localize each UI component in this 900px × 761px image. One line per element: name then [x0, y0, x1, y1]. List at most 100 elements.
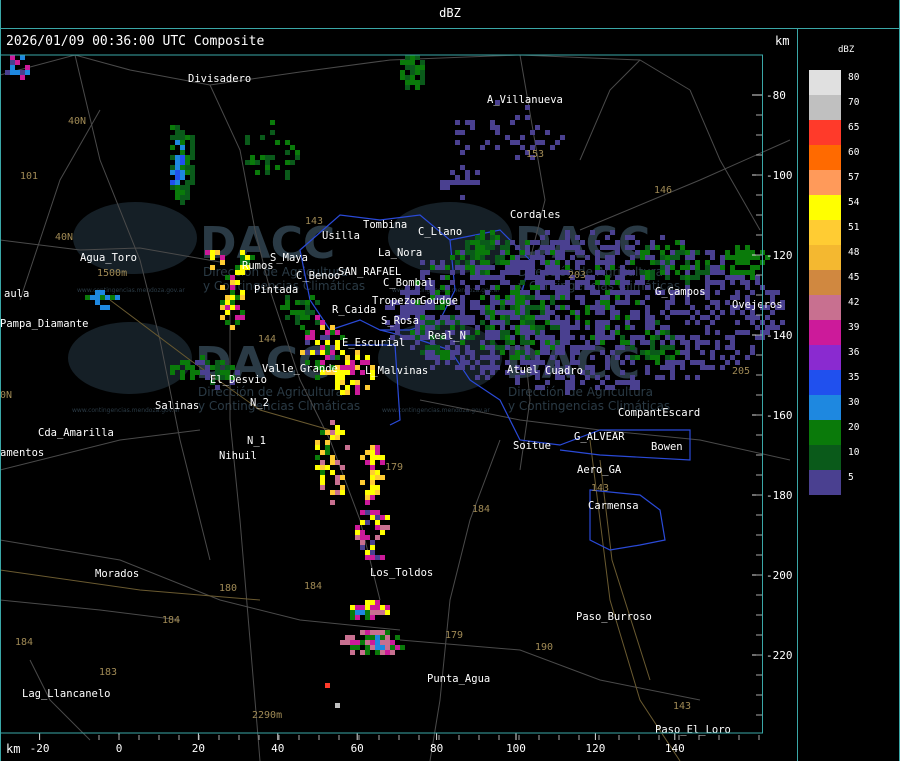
place-label[interactable]: Salinas	[155, 400, 199, 412]
legend-swatch	[809, 220, 841, 245]
x-tick-label: 100	[506, 742, 526, 755]
place-label[interactable]: Aero_GA	[577, 464, 622, 476]
route-label: 179	[445, 630, 463, 641]
border	[589, 489, 666, 551]
place-label[interactable]: Cda_Amarilla	[38, 427, 114, 439]
route-label: 0N	[0, 390, 12, 401]
place-label[interactable]: Paso_El_Loro	[655, 724, 731, 736]
place-label[interactable]: aula	[4, 288, 29, 300]
place-label[interactable]: La_Nora	[378, 247, 422, 259]
place-label[interactable]: Carmensa	[588, 500, 639, 512]
legend-label: 10	[848, 447, 860, 458]
y-tick-label: -100	[766, 169, 793, 182]
legend-label: 65	[848, 122, 860, 133]
place-label[interactable]: Nihuil	[219, 450, 257, 462]
place-label[interactable]: N_1	[247, 435, 266, 447]
place-label[interactable]: G_Campos	[655, 286, 706, 298]
place-label[interactable]: Morados	[95, 568, 139, 580]
legend-swatch	[809, 295, 841, 320]
place-label[interactable]: C_Bombal	[383, 277, 434, 289]
place-label[interactable]: C_Llano	[418, 226, 462, 238]
x-tick-label: 0	[116, 742, 123, 755]
legend-swatch	[809, 195, 841, 220]
road	[19, 109, 101, 301]
km-unit-right: km	[775, 34, 790, 48]
place-label[interactable]: Punta_Agua	[427, 673, 490, 685]
place-label[interactable]: C_Benoo	[296, 270, 340, 282]
place-label[interactable]: Ovejeros	[732, 299, 783, 311]
place-label[interactable]: CompantEscard	[618, 407, 700, 419]
place-label[interactable]: Bowen	[651, 441, 683, 453]
legend-swatch	[809, 395, 841, 420]
place-label[interactable]: A_Villanueva	[487, 94, 563, 106]
place-label[interactable]: Tombina	[363, 219, 407, 231]
place-label[interactable]: S_Maya	[270, 252, 308, 264]
place-label[interactable]: Divisadero	[188, 73, 251, 85]
place-label[interactable]: Pintada	[254, 284, 298, 296]
place-label[interactable]: Rumos	[242, 260, 274, 272]
route-label: 144	[258, 334, 276, 345]
road	[579, 139, 791, 231]
place-label[interactable]: Pampa_Diamante	[0, 318, 89, 330]
y-tick-label: -80	[766, 89, 786, 102]
place-label[interactable]: Paso_Burroso	[576, 611, 652, 623]
road	[579, 59, 641, 161]
place-label[interactable]: Cuadro	[545, 365, 583, 377]
radar-map[interactable]: DACCDirección de Agriculturay Contingenc…	[0, 0, 900, 761]
legend-swatch	[809, 70, 841, 95]
y-tick-label: -180	[766, 489, 793, 502]
route-label: 184	[304, 581, 322, 592]
legend-label: 57	[848, 172, 860, 183]
place-label[interactable]: El_Desvio	[210, 374, 267, 386]
route-label: 180	[219, 583, 237, 594]
place-label[interactable]: N_2	[250, 397, 269, 409]
place-label[interactable]: E_Escurial	[342, 337, 405, 349]
route-label: 143	[305, 216, 323, 227]
place-label[interactable]: Soitue	[513, 440, 551, 452]
x-tick-label: 40	[271, 742, 284, 755]
legend-label: 48	[848, 247, 860, 258]
place-label[interactable]: L_Malvinas	[365, 365, 428, 377]
route-label: 184	[15, 637, 33, 648]
place-label[interactable]: Lag_Llancanelo	[22, 688, 111, 700]
place-label[interactable]: R_Caida	[332, 304, 376, 316]
place-label[interactable]: Agua_Toro	[80, 252, 137, 264]
y-tick-label: -220	[766, 649, 793, 662]
route-label: 1500m	[97, 268, 127, 279]
legend-label: 45	[848, 272, 860, 283]
place-label[interactable]: Goudge	[420, 295, 458, 307]
route-label: 184	[162, 615, 180, 626]
legend-label: 20	[848, 422, 860, 433]
road	[29, 659, 91, 741]
place-label[interactable]: Usilla	[322, 230, 360, 242]
route-label: 143	[673, 701, 691, 712]
left-border	[0, 0, 1, 761]
place-label[interactable]: amentos	[0, 447, 44, 459]
x-tick-label: -20	[30, 742, 50, 755]
legend-label: 30	[848, 397, 860, 408]
place-label[interactable]: Los_Toldos	[370, 567, 433, 579]
legend-label: 51	[848, 222, 860, 233]
route-label: 2290m	[252, 710, 282, 721]
place-label[interactable]: Real_N	[428, 330, 466, 342]
road	[429, 439, 501, 761]
legend-label: 5	[848, 472, 854, 483]
x-tick-label: 140	[665, 742, 685, 755]
place-label[interactable]: Tropezon	[372, 295, 423, 307]
route-label: 143	[591, 483, 609, 494]
legend-swatch	[809, 120, 841, 145]
road	[0, 539, 401, 631]
place-label[interactable]: S_Rosa	[381, 315, 419, 327]
y-tick-label: -140	[766, 329, 793, 342]
legend-label: 80	[848, 72, 860, 83]
place-label[interactable]: Atuel	[507, 364, 539, 376]
place-label[interactable]: G_ALVEAR	[574, 431, 625, 443]
legend-label: 54	[848, 197, 860, 208]
place-label[interactable]: Valle_Grande	[262, 363, 338, 375]
legend-swatch	[809, 245, 841, 270]
legend-label: 36	[848, 347, 860, 358]
km-unit-bottom: km	[6, 742, 21, 756]
route-label: 183	[99, 667, 117, 678]
svg-text:www.contingencias.mendoza.gov.: www.contingencias.mendoza.gov.ar	[77, 287, 185, 294]
place-label[interactable]: Cordales	[510, 209, 561, 221]
